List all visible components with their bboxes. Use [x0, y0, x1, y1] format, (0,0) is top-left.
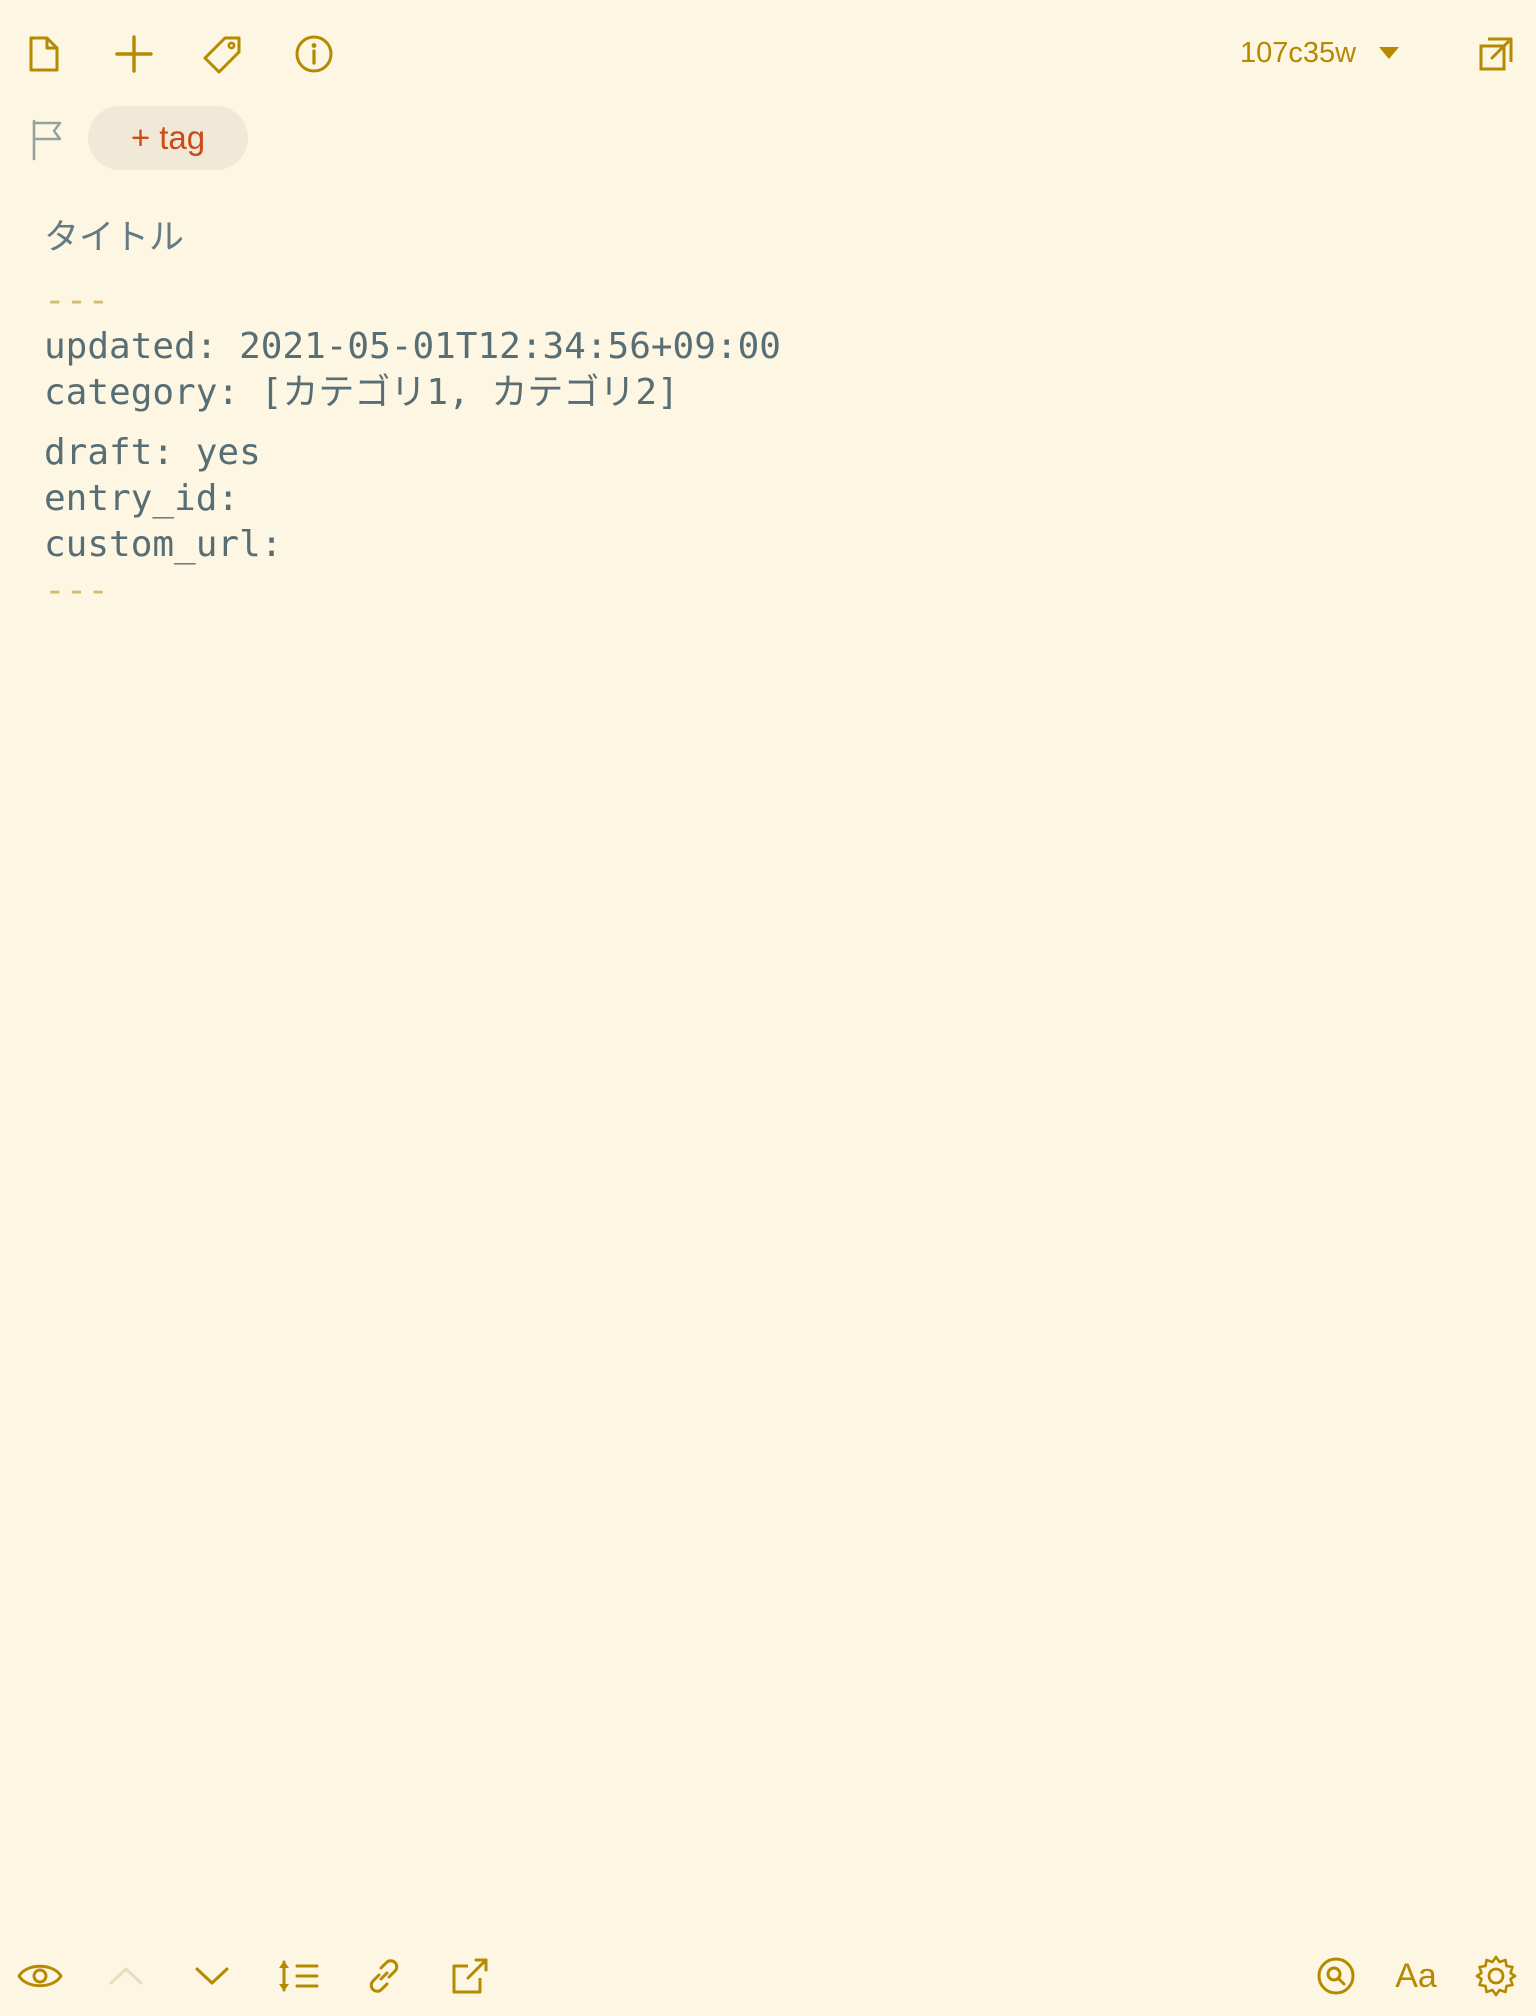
font-label: Aa: [1395, 1956, 1437, 1995]
chevron-up-icon[interactable]: [94, 1944, 158, 2008]
share-icon[interactable]: [438, 1944, 502, 2008]
line-updated: updated: 2021-05-01T12:34:56+09:00: [44, 326, 781, 367]
line-spacing-icon[interactable]: [266, 1944, 330, 2008]
bottom-toolbar: Aa: [0, 1940, 1536, 2016]
link-icon[interactable]: [352, 1944, 416, 2008]
top-toolbar: 107c35w: [0, 0, 1536, 108]
note-title: タイトル: [44, 218, 185, 258]
note-id-selector[interactable]: 107c35w: [1240, 28, 1400, 78]
plus-icon[interactable]: [102, 22, 166, 86]
font-icon[interactable]: Aa: [1384, 1944, 1448, 2008]
search-icon[interactable]: [1304, 1944, 1368, 2008]
eye-icon[interactable]: [8, 1944, 72, 2008]
frontmatter-open: ---: [44, 280, 110, 321]
document-icon[interactable]: [12, 22, 76, 86]
add-tag-label: + tag: [130, 119, 206, 156]
info-icon[interactable]: [282, 22, 346, 86]
line-custom-url: custom_url:: [44, 524, 283, 565]
note-id-label: 107c35w: [1240, 36, 1357, 69]
chevron-down-icon[interactable]: [180, 1944, 244, 2008]
line-category: category: [カテゴリ1, カテゴリ2]: [44, 372, 679, 413]
flag-icon[interactable]: [30, 118, 66, 162]
tag-icon[interactable]: [191, 22, 255, 86]
editor[interactable]: タイトル --- updated: 2021-05-01T12:34:56+09…: [44, 200, 1484, 1900]
caret-down-icon: [1379, 47, 1400, 59]
frontmatter-close: ---: [44, 570, 110, 611]
expand-window-icon[interactable]: [1464, 22, 1528, 86]
line-entry-id: entry_id:: [44, 478, 240, 519]
line-draft: draft: yes: [44, 432, 261, 473]
tag-row: + tag: [0, 104, 1536, 176]
add-tag-button[interactable]: + tag: [88, 106, 248, 170]
gear-icon[interactable]: [1464, 1944, 1528, 2008]
